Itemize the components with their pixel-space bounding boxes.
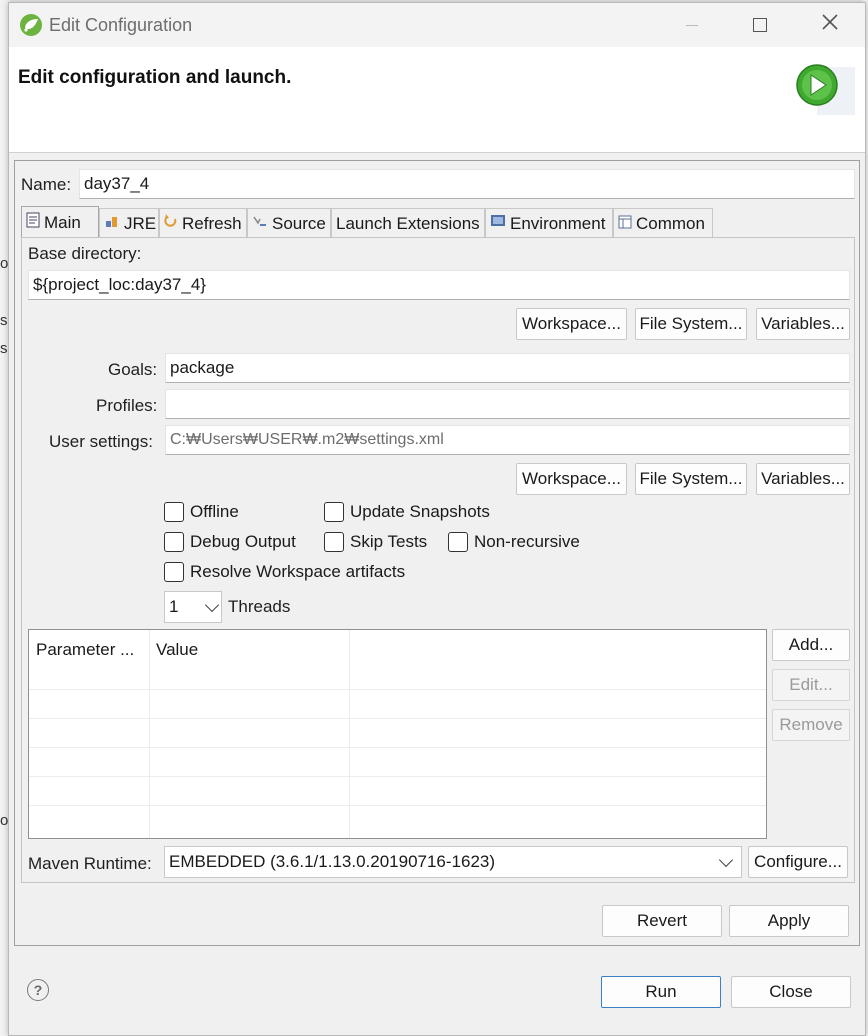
background-text: s: [0, 312, 8, 329]
jre-icon: [104, 213, 124, 234]
checkbox-box[interactable]: [164, 562, 184, 582]
checkbox-box[interactable]: [164, 532, 184, 552]
tab-refresh[interactable]: Refresh: [159, 208, 247, 238]
tab-source[interactable]: Source: [247, 208, 331, 238]
name-label: Name:: [21, 175, 72, 194]
close-window-button[interactable]: [795, 3, 865, 47]
column-header-value[interactable]: Value: [156, 640, 198, 660]
refresh-icon: [164, 213, 182, 234]
maven-runtime-select[interactable]: EMBEDDED (3.6.1/1.13.0.20190716-1623): [164, 846, 742, 878]
title-bar[interactable]: Edit Configuration: [9, 3, 865, 47]
add-parameter-button[interactable]: Add...: [772, 629, 850, 661]
non-recursive-checkbox[interactable]: Non-recursive: [448, 532, 580, 552]
table-row: [29, 805, 766, 806]
table-row: [29, 747, 766, 748]
name-field[interactable]: day37_4: [79, 169, 855, 199]
minimize-icon: [686, 24, 698, 26]
profiles-field[interactable]: [165, 389, 850, 419]
tab-jre-label: JRE: [124, 213, 157, 233]
source-icon: [252, 213, 272, 234]
settings-filesystem-button[interactable]: File System...: [635, 463, 747, 495]
maven-runtime-label: Maven Runtime:: [28, 854, 152, 873]
checkbox-box[interactable]: [324, 502, 344, 522]
header-title: Edit configuration and launch.: [18, 67, 292, 88]
tab-jre[interactable]: JRE: [99, 208, 159, 238]
update-snapshots-checkbox[interactable]: Update Snapshots: [324, 502, 490, 522]
threads-label: Threads: [228, 597, 291, 616]
threads-value: 1: [169, 597, 179, 616]
spring-logo-icon: [19, 13, 43, 42]
tab-launch-extensions[interactable]: Launch Extensions: [331, 208, 485, 238]
configuration-panel: Name: day37_4 Main JRE Refresh Source La…: [14, 160, 860, 946]
column-divider: [149, 630, 150, 838]
base-filesystem-button[interactable]: File System...: [635, 308, 747, 340]
goals-field[interactable]: package: [165, 353, 850, 383]
offline-checkbox[interactable]: Offline: [164, 502, 239, 522]
maximize-button[interactable]: [725, 3, 795, 47]
offline-label: Offline: [190, 502, 239, 521]
debug-output-checkbox[interactable]: Debug Output: [164, 532, 296, 552]
main-tab-icon: [26, 212, 44, 233]
goals-label: Goals:: [108, 360, 158, 379]
window-title: Edit Configuration: [49, 15, 193, 35]
resolve-workspace-label: Resolve Workspace artifacts: [190, 562, 406, 581]
skip-tests-checkbox[interactable]: Skip Tests: [324, 532, 427, 552]
edit-configuration-dialog: Edit Configuration Edit configuration an…: [8, 2, 866, 1036]
user-settings-field[interactable]: C:₩Users₩USER₩.m2₩settings.xml: [165, 425, 850, 455]
settings-workspace-button[interactable]: Workspace...: [516, 463, 627, 495]
table-row: [29, 776, 766, 777]
background-text: s: [0, 340, 8, 357]
revert-button[interactable]: Revert: [602, 905, 722, 937]
settings-variables-button[interactable]: Variables...: [756, 463, 850, 495]
main-tab-panel: Base directory: ${project_loc:day37_4} W…: [21, 237, 855, 883]
minimize-button[interactable]: [657, 3, 727, 47]
checkbox-box[interactable]: [448, 532, 468, 552]
profiles-label: Profiles:: [96, 396, 158, 415]
chevron-down-icon: [718, 852, 734, 867]
column-header-parameter[interactable]: Parameter ...: [36, 640, 134, 660]
maximize-icon: [753, 18, 767, 32]
tab-bar: Main JRE Refresh Source Launch Extension…: [21, 206, 855, 238]
tab-common-label: Common: [636, 213, 705, 233]
close-button[interactable]: Close: [731, 976, 851, 1008]
apply-button[interactable]: Apply: [729, 905, 849, 937]
tab-refresh-label: Refresh: [182, 213, 242, 233]
non-recursive-label: Non-recursive: [474, 532, 580, 551]
environment-icon: [490, 213, 510, 234]
base-directory-field[interactable]: ${project_loc:day37_4}: [28, 270, 850, 300]
debug-output-label: Debug Output: [190, 532, 296, 551]
table-row: [29, 689, 766, 690]
tab-environment-label: Environment: [510, 213, 606, 233]
column-divider: [349, 630, 350, 838]
dialog-header: Edit configuration and launch.: [9, 47, 865, 153]
close-icon: [821, 13, 839, 37]
common-icon: [618, 214, 636, 234]
tab-launch-extensions-label: Launch Extensions: [336, 213, 480, 233]
configure-runtime-button[interactable]: Configure...: [748, 846, 848, 878]
tab-common[interactable]: Common: [613, 208, 713, 238]
checkbox-box[interactable]: [324, 532, 344, 552]
user-settings-label: User settings:: [49, 432, 153, 451]
skip-tests-label: Skip Tests: [350, 532, 428, 551]
table-row: [29, 718, 766, 719]
base-directory-label: Base directory:: [28, 244, 142, 263]
threads-select[interactable]: 1: [164, 591, 222, 623]
base-workspace-button[interactable]: Workspace...: [516, 308, 627, 340]
tab-main[interactable]: Main: [21, 206, 99, 238]
edit-parameter-button[interactable]: Edit...: [772, 669, 850, 701]
checkbox-box[interactable]: [164, 502, 184, 522]
help-icon[interactable]: ?: [27, 979, 49, 1001]
chevron-down-icon: [204, 597, 220, 612]
update-snapshots-label: Update Snapshots: [350, 502, 490, 521]
maven-runtime-value: EMBEDDED (3.6.1/1.13.0.20190716-1623): [169, 852, 496, 871]
tab-main-label: Main: [44, 212, 81, 232]
run-banner-icon: [795, 63, 855, 120]
tab-environment[interactable]: Environment: [485, 208, 613, 238]
parameters-table[interactable]: Parameter ... Value: [28, 629, 767, 839]
base-variables-button[interactable]: Variables...: [756, 308, 850, 340]
remove-parameter-button[interactable]: Remove: [772, 709, 850, 741]
run-button[interactable]: Run: [601, 976, 721, 1008]
resolve-workspace-checkbox[interactable]: Resolve Workspace artifacts: [164, 562, 405, 582]
tab-source-label: Source: [272, 213, 326, 233]
